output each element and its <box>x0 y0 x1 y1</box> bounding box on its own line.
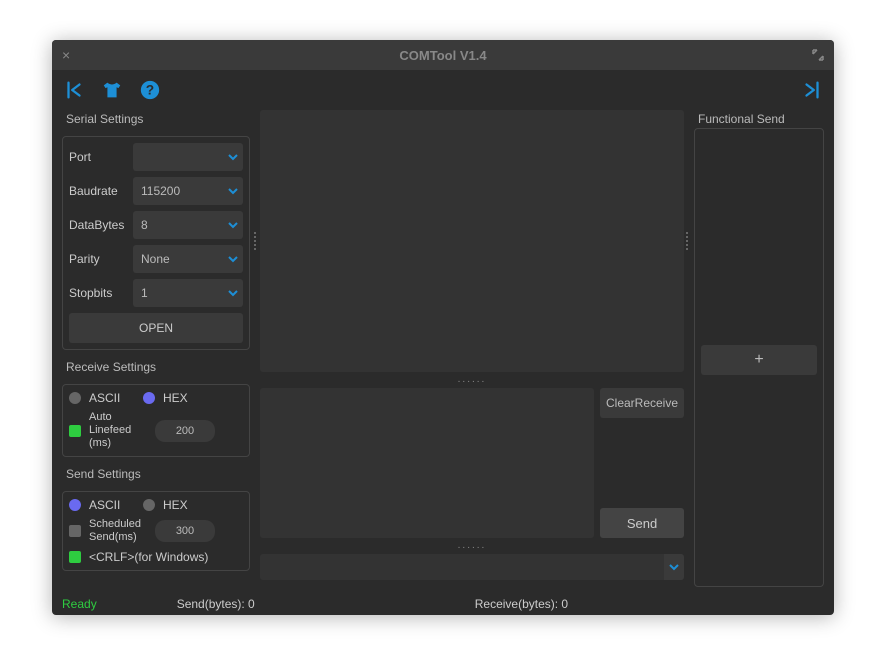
toolbar: ? <box>52 70 834 110</box>
status-receive-bytes: Receive(bytes): 0 <box>475 597 568 611</box>
scheduled-send-checkbox[interactable] <box>69 525 81 537</box>
stopbits-select[interactable]: 1 <box>133 279 243 307</box>
app-window: × COMTool V1.4 ? Serial Settings Port <box>52 40 834 615</box>
functional-send-panel: + <box>694 128 824 587</box>
help-icon[interactable]: ? <box>138 78 162 102</box>
baudrate-label: Baudrate <box>69 184 127 198</box>
content: Serial Settings Port Baudrate 115200 <box>52 110 834 593</box>
scheduled-send-label: Scheduled Send(ms) <box>89 518 147 544</box>
send-textarea[interactable] <box>260 388 594 538</box>
status-send-bytes: Send(bytes): 0 <box>177 597 255 611</box>
send-ascii-radio[interactable] <box>69 499 81 511</box>
collapse-left-icon[interactable] <box>62 78 86 102</box>
chevron-down-icon <box>223 279 243 307</box>
port-label: Port <box>69 150 127 164</box>
status-ready: Ready <box>62 597 97 611</box>
serial-settings-title: Serial Settings <box>62 110 250 128</box>
splitter-left[interactable] <box>254 231 258 251</box>
chevron-down-icon <box>664 554 684 580</box>
crlf-checkbox[interactable] <box>69 551 81 563</box>
chevron-down-icon <box>223 177 243 205</box>
receive-settings-title: Receive Settings <box>62 358 250 376</box>
svg-text:?: ? <box>146 83 154 98</box>
middle-column: ...... ClearReceive Send ...... <box>260 110 684 587</box>
right-column: Functional Send + <box>694 110 824 587</box>
send-history-select[interactable] <box>260 554 684 580</box>
splitter-horizontal-2[interactable]: ...... <box>260 542 684 550</box>
baudrate-select[interactable]: 115200 <box>133 177 243 205</box>
expand-icon[interactable] <box>812 49 824 61</box>
receive-textarea[interactable] <box>260 110 684 372</box>
stopbits-label: Stopbits <box>69 286 127 300</box>
parity-select[interactable]: None <box>133 245 243 273</box>
port-select[interactable] <box>133 143 243 171</box>
auto-linefeed-label: Auto Linefeed (ms) <box>89 411 147 450</box>
splitter-right[interactable] <box>686 231 690 251</box>
auto-linefeed-input[interactable]: 200 <box>155 420 215 442</box>
receive-ascii-label: ASCII <box>89 391 135 405</box>
auto-linefeed-checkbox[interactable] <box>69 425 81 437</box>
serial-settings-panel: Port Baudrate 115200 DataBytes <box>62 136 250 350</box>
titlebar: × COMTool V1.4 <box>52 40 834 70</box>
close-icon[interactable]: × <box>62 47 70 63</box>
send-button[interactable]: Send <box>600 508 684 538</box>
receive-hex-radio[interactable] <box>143 392 155 404</box>
clear-receive-button[interactable]: ClearReceive <box>600 388 684 418</box>
open-button[interactable]: OPEN <box>69 313 243 343</box>
receive-hex-label: HEX <box>163 391 188 405</box>
send-settings-panel: ASCII HEX Scheduled Send(ms) 300 <CRLF>(… <box>62 491 250 571</box>
functional-send-title: Functional Send <box>694 110 824 128</box>
send-settings-title: Send Settings <box>62 465 250 483</box>
send-hex-radio[interactable] <box>143 499 155 511</box>
databytes-label: DataBytes <box>69 218 127 232</box>
chevron-down-icon <box>223 245 243 273</box>
crlf-label: <CRLF>(for Windows) <box>89 550 208 564</box>
chevron-down-icon <box>223 211 243 239</box>
send-hex-label: HEX <box>163 498 188 512</box>
skip-right-icon[interactable] <box>800 78 824 102</box>
tshirt-icon[interactable] <box>100 78 124 102</box>
statusbar: Ready Send(bytes): 0 Receive(bytes): 0 <box>52 593 834 615</box>
parity-label: Parity <box>69 252 127 266</box>
send-ascii-label: ASCII <box>89 498 135 512</box>
window-title: COMTool V1.4 <box>399 48 486 63</box>
chevron-down-icon <box>223 143 243 171</box>
splitter-horizontal[interactable]: ...... <box>260 376 684 384</box>
add-functional-button[interactable]: + <box>701 345 817 375</box>
scheduled-send-input[interactable]: 300 <box>155 520 215 542</box>
databytes-select[interactable]: 8 <box>133 211 243 239</box>
receive-settings-panel: ASCII HEX Auto Linefeed (ms) 200 <box>62 384 250 457</box>
receive-ascii-radio[interactable] <box>69 392 81 404</box>
left-column: Serial Settings Port Baudrate 115200 <box>62 110 250 587</box>
